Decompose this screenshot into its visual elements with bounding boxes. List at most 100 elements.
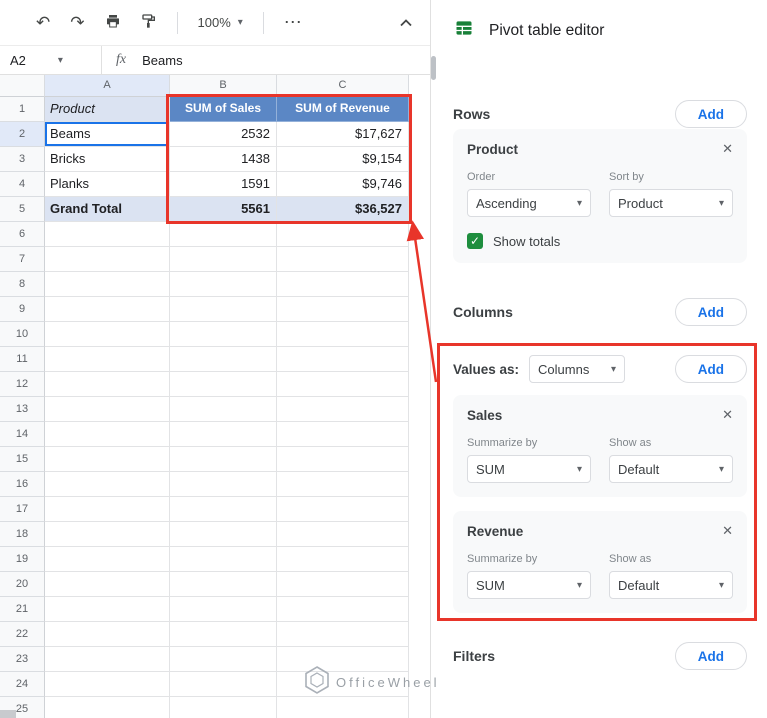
cell[interactable] [45,447,170,472]
row-header-7[interactable]: 7 [0,247,45,272]
row-header-10[interactable]: 10 [0,322,45,347]
undo-icon[interactable]: ↶ [36,14,50,31]
row-header-19[interactable]: 19 [0,547,45,572]
close-icon[interactable]: ✕ [722,407,733,423]
row-header-18[interactable]: 18 [0,522,45,547]
show-as-dropdown[interactable]: Default ▾ [609,455,733,483]
cell[interactable] [45,547,170,572]
cell[interactable] [277,597,409,622]
row-header-6[interactable]: 6 [0,222,45,247]
cell[interactable] [170,322,277,347]
cell[interactable] [45,347,170,372]
cell[interactable] [277,497,409,522]
row-header-4[interactable]: 4 [0,172,45,197]
add-filters-button[interactable]: Add [674,642,747,670]
column-header-b[interactable]: B [170,75,277,97]
cell-B4[interactable]: 1591 [170,172,277,197]
cell-A5[interactable]: Grand Total [45,197,170,222]
cell[interactable] [277,422,409,447]
row-header-2[interactable]: 2 [0,122,45,147]
formula-input[interactable]: Beams [142,53,182,68]
cell[interactable] [170,672,277,697]
cell[interactable] [170,422,277,447]
cell[interactable] [277,622,409,647]
summarize-by-dropdown[interactable]: SUM ▾ [467,571,591,599]
row-header-14[interactable]: 14 [0,422,45,447]
print-icon[interactable] [105,13,121,32]
cell[interactable] [170,597,277,622]
cell-C3[interactable]: $9,154 [277,147,409,172]
zoom-control[interactable]: 100% ▾ [198,15,243,30]
cell-B3[interactable]: 1438 [170,147,277,172]
row-header-5[interactable]: 5 [0,197,45,222]
cell[interactable] [277,322,409,347]
values-as-dropdown[interactable]: Columns ▾ [529,355,626,383]
cell[interactable] [45,697,170,718]
cell[interactable] [170,572,277,597]
row-header-13[interactable]: 13 [0,397,45,422]
row-header-24[interactable]: 24 [0,672,45,697]
redo-icon[interactable]: ↷ [70,14,84,31]
cell[interactable] [170,447,277,472]
order-dropdown[interactable]: Ascending ▾ [467,189,591,217]
cell-B2[interactable]: 2532 [170,122,277,147]
fill-handle[interactable] [166,143,169,146]
cell[interactable] [170,622,277,647]
cell[interactable] [45,322,170,347]
cell-A4[interactable]: Planks [45,172,170,197]
row-header-16[interactable]: 16 [0,472,45,497]
cell[interactable] [170,272,277,297]
cell[interactable] [45,222,170,247]
cell[interactable] [45,572,170,597]
cell[interactable] [45,272,170,297]
cell-A1[interactable]: Product [45,97,170,122]
column-header-a[interactable]: A [45,75,170,97]
row-header-23[interactable]: 23 [0,647,45,672]
cell[interactable] [45,622,170,647]
cell[interactable] [170,522,277,547]
add-columns-button[interactable]: Add [674,298,747,326]
row-header-1[interactable]: 1 [0,97,45,122]
cell-C5[interactable]: $36,527 [277,197,409,222]
cell[interactable] [170,347,277,372]
paint-format-icon[interactable] [141,13,157,32]
summarize-by-dropdown[interactable]: SUM ▾ [467,455,591,483]
cell-B5[interactable]: 5561 [170,197,277,222]
cell[interactable] [170,222,277,247]
row-header-15[interactable]: 15 [0,447,45,472]
cell[interactable] [277,697,409,718]
more-options-icon[interactable]: ⋯ [284,12,304,33]
cell[interactable] [170,547,277,572]
cell-C1[interactable]: SUM of Revenue [277,97,409,122]
cell-B1[interactable]: SUM of Sales [170,97,277,122]
sort-by-dropdown[interactable]: Product ▾ [609,189,733,217]
add-values-button[interactable]: Add [674,355,747,383]
cell[interactable] [277,522,409,547]
cell[interactable] [170,497,277,522]
cell-C2[interactable]: $17,627 [277,122,409,147]
cell[interactable] [277,572,409,597]
cell[interactable] [277,222,409,247]
cell[interactable] [277,472,409,497]
show-as-dropdown[interactable]: Default ▾ [609,571,733,599]
cell[interactable] [45,297,170,322]
column-header-c[interactable]: C [277,75,409,97]
cell[interactable] [277,647,409,672]
cell[interactable] [277,672,409,697]
select-all-corner[interactable] [0,75,45,97]
cell[interactable] [170,472,277,497]
cell[interactable] [277,347,409,372]
collapse-toolbar-icon[interactable] [400,14,412,32]
selected-cell-A2[interactable]: Beams [45,122,170,147]
cell[interactable] [170,372,277,397]
cell[interactable] [45,372,170,397]
row-header-11[interactable]: 11 [0,347,45,372]
cell[interactable] [277,272,409,297]
cell-C4[interactable]: $9,746 [277,172,409,197]
cell[interactable] [45,247,170,272]
row-header-22[interactable]: 22 [0,622,45,647]
cell[interactable] [170,297,277,322]
cell[interactable] [45,397,170,422]
name-box[interactable]: A2 ▾ [0,46,102,74]
cell[interactable] [277,247,409,272]
